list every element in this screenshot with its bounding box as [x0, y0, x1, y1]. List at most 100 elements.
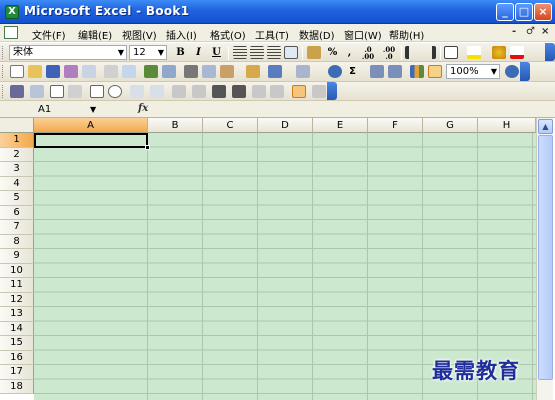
scroll-thumb[interactable] — [538, 135, 553, 380]
italic-button[interactable]: I — [191, 46, 206, 60]
currency-icon[interactable] — [307, 46, 321, 59]
row-header[interactable]: 4 — [0, 176, 34, 191]
toolbar-options-button[interactable] — [545, 43, 555, 61]
align-left-icon[interactable] — [233, 46, 247, 59]
row-header[interactable]: 16 — [0, 350, 34, 365]
row-header[interactable]: 1 — [0, 133, 34, 148]
autosum-button[interactable]: Σ — [345, 65, 360, 79]
format-painter-icon[interactable] — [246, 65, 260, 78]
column-header-e[interactable]: E — [313, 118, 368, 133]
row-header[interactable]: 15 — [0, 336, 34, 351]
run-dialog-icon[interactable] — [270, 85, 284, 98]
menu-window[interactable]: 窗口(W) — [344, 27, 382, 42]
maximize-button[interactable]: □ — [515, 3, 533, 21]
toggle-grid-active-icon[interactable] — [292, 85, 306, 98]
chart-wizard-icon[interactable] — [410, 65, 424, 78]
list-box-icon[interactable] — [130, 85, 144, 98]
align-right-icon[interactable] — [267, 46, 281, 59]
cut-icon[interactable] — [184, 65, 198, 78]
bold-button[interactable]: B — [173, 46, 188, 60]
copy-icon[interactable] — [202, 65, 216, 78]
comma-button[interactable]: , — [342, 46, 357, 60]
document-icon[interactable] — [4, 26, 18, 39]
font-color-icon[interactable] — [510, 46, 524, 59]
zoom-select[interactable]: 100% ▼ — [446, 64, 500, 79]
label-control-icon[interactable] — [10, 85, 24, 98]
save-icon[interactable] — [46, 65, 60, 78]
row-header[interactable]: 9 — [0, 249, 34, 264]
help-icon[interactable] — [505, 65, 519, 78]
insert-function-icon[interactable]: fx — [138, 103, 148, 114]
research-icon[interactable] — [162, 65, 176, 78]
menu-data[interactable]: 数据(D) — [299, 27, 335, 42]
doc-minimize-button[interactable]: - — [512, 26, 516, 37]
column-header-h[interactable]: H — [478, 118, 536, 133]
open-folder-icon[interactable] — [28, 65, 42, 78]
column-header-f[interactable]: F — [368, 118, 423, 133]
row-header[interactable]: 12 — [0, 292, 34, 307]
edit-box-icon[interactable] — [30, 85, 44, 98]
edit-code-icon[interactable] — [232, 85, 246, 98]
scroll-bar-control-icon[interactable] — [172, 85, 186, 98]
sort-descending-icon[interactable] — [388, 65, 402, 78]
checkbox-control-icon[interactable] — [90, 85, 104, 98]
decrease-decimal-button[interactable]: .00 .0 — [379, 46, 399, 60]
option-button-icon[interactable] — [108, 85, 122, 98]
menu-insert[interactable]: 插入(I) — [166, 27, 197, 42]
vertical-scrollbar[interactable]: ▲ — [536, 118, 553, 400]
toolbar-grip[interactable] — [2, 46, 5, 59]
column-header-d[interactable]: D — [258, 118, 313, 133]
undo-icon[interactable] — [268, 65, 282, 78]
permission-icon[interactable] — [64, 65, 78, 78]
menu-edit[interactable]: 编辑(E) — [78, 27, 112, 42]
decrease-indent-icon[interactable] — [405, 46, 419, 59]
row-header[interactable]: 10 — [0, 263, 34, 278]
menu-file[interactable]: 文件(F) — [32, 27, 66, 42]
print-icon[interactable] — [104, 65, 118, 78]
fill-handle[interactable] — [145, 145, 150, 150]
highlight-icon[interactable] — [492, 46, 506, 59]
menu-format[interactable]: 格式(O) — [210, 27, 246, 42]
redo-icon[interactable] — [296, 65, 310, 78]
button-control-icon[interactable] — [68, 85, 82, 98]
row-header[interactable]: 6 — [0, 205, 34, 220]
column-header-a[interactable]: A — [34, 118, 148, 133]
align-center-icon[interactable] — [250, 46, 264, 59]
new-document-icon[interactable] — [10, 65, 24, 78]
fill-color-icon[interactable] — [467, 46, 481, 59]
spelling-icon[interactable] — [144, 65, 158, 78]
borders-icon[interactable] — [444, 46, 458, 59]
row-header[interactable]: 14 — [0, 321, 34, 336]
toolbar-grip[interactable] — [2, 85, 5, 98]
group-box-icon[interactable] — [50, 85, 64, 98]
excel-app-icon[interactable]: X — [5, 5, 19, 19]
email-icon[interactable] — [82, 65, 96, 78]
row-header[interactable]: 17 — [0, 365, 34, 380]
select-all-corner[interactable] — [0, 118, 34, 133]
menu-tools[interactable]: 工具(T) — [255, 27, 289, 42]
toolbar-options-button[interactable] — [520, 62, 530, 81]
column-header-b[interactable]: B — [148, 118, 203, 133]
paste-icon[interactable] — [220, 65, 234, 78]
protect-form-icon[interactable] — [312, 85, 326, 98]
doc-close-button[interactable]: × — [541, 26, 549, 37]
minimize-button[interactable]: _ — [496, 3, 514, 21]
menu-help[interactable]: 帮助(H) — [389, 27, 424, 42]
scroll-up-button[interactable]: ▲ — [538, 119, 553, 134]
row-header[interactable]: 13 — [0, 307, 34, 322]
row-header[interactable]: 3 — [0, 162, 34, 177]
underline-button[interactable]: U — [209, 46, 224, 60]
formula-input[interactable] — [152, 102, 552, 117]
row-header[interactable]: 5 — [0, 191, 34, 206]
column-header-c[interactable]: C — [203, 118, 258, 133]
drawing-icon[interactable] — [428, 65, 442, 78]
toolbar-options-button[interactable] — [327, 82, 337, 100]
doc-restore-button[interactable]: ♂ — [526, 26, 535, 37]
font-size-select[interactable]: 12 ▼ — [129, 45, 167, 60]
active-cell-a1[interactable] — [34, 133, 150, 150]
sort-ascending-icon[interactable] — [370, 65, 384, 78]
row-header[interactable]: 11 — [0, 278, 34, 293]
row-header[interactable]: 18 — [0, 379, 34, 394]
merge-center-icon[interactable] — [284, 46, 298, 59]
close-button[interactable]: × — [534, 3, 552, 21]
